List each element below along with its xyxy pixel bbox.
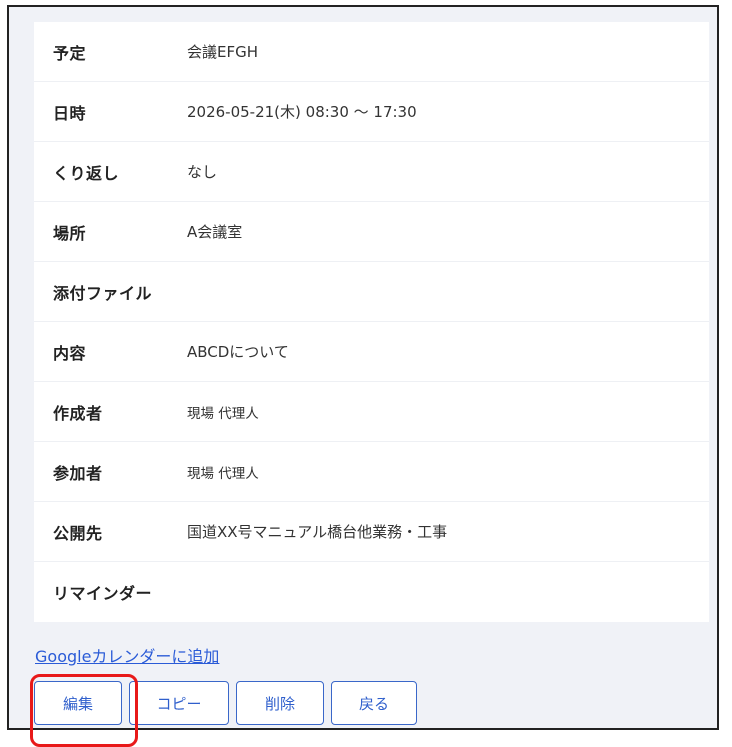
detail-label: くり返し xyxy=(53,163,120,183)
detail-label: 公開先 xyxy=(53,523,103,543)
detail-value: 現場 代理人 xyxy=(187,405,259,422)
detail-value: A会議室 xyxy=(187,223,243,241)
detail-row-title: 予定 会議EFGH xyxy=(34,22,709,82)
detail-row-content: 内容 ABCDについて xyxy=(34,322,709,382)
edit-button[interactable]: 編集 xyxy=(34,681,122,725)
detail-card: 予定 会議EFGH 日時 2026-05-21(木) 08:30 ～ 17:30… xyxy=(34,22,709,622)
detail-label: 作成者 xyxy=(53,403,103,423)
detail-row-creator: 作成者 現場 代理人 xyxy=(34,382,709,442)
copy-button[interactable]: コピー xyxy=(129,681,229,725)
detail-row-reminder: リマインダー xyxy=(34,562,709,622)
detail-label: 参加者 xyxy=(53,463,103,483)
delete-button[interactable]: 削除 xyxy=(236,681,324,725)
detail-label: 予定 xyxy=(53,43,87,63)
detail-value: 2026-05-21(木) 08:30 ～ 17:30 xyxy=(187,103,417,121)
schedule-detail-panel: 予定 会議EFGH 日時 2026-05-21(木) 08:30 ～ 17:30… xyxy=(7,5,719,747)
detail-label: 内容 xyxy=(53,343,87,363)
detail-value: 現場 代理人 xyxy=(187,465,259,482)
detail-row-datetime: 日時 2026-05-21(木) 08:30 ～ 17:30 xyxy=(34,82,709,142)
detail-label: 添付ファイル xyxy=(53,283,153,303)
detail-row-location: 場所 A会議室 xyxy=(34,202,709,262)
detail-label: 場所 xyxy=(53,223,87,243)
detail-row-attachment: 添付ファイル xyxy=(34,262,709,322)
action-buttons: 編集 コピー 削除 戻る xyxy=(34,681,417,725)
detail-value: 国道XX号マニュアル橋台他業務・工事 xyxy=(187,523,448,541)
google-calendar-link[interactable]: Googleカレンダーに追加 xyxy=(35,643,219,667)
detail-value: なし xyxy=(187,163,218,181)
back-button[interactable]: 戻る xyxy=(331,681,417,725)
detail-row-repeat: くり返し なし xyxy=(34,142,709,202)
detail-value: ABCDについて xyxy=(187,343,289,361)
detail-row-participants: 参加者 現場 代理人 xyxy=(34,442,709,502)
detail-value: 会議EFGH xyxy=(187,43,259,61)
detail-label: リマインダー xyxy=(53,584,153,603)
detail-row-visibility: 公開先 国道XX号マニュアル橋台他業務・工事 xyxy=(34,502,709,562)
detail-label: 日時 xyxy=(53,103,87,123)
